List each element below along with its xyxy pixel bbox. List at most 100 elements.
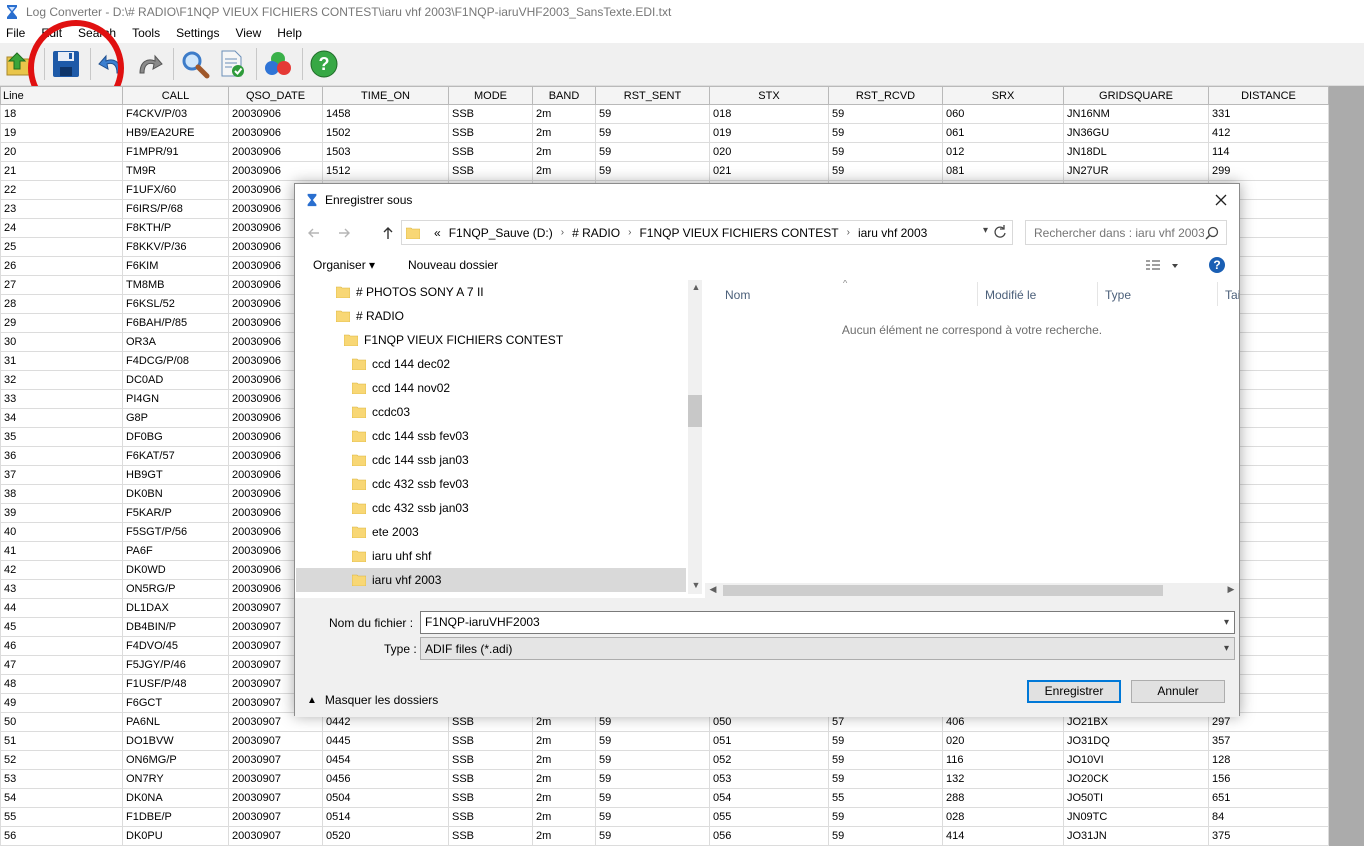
column-modified[interactable]: Modifié le [985, 288, 1036, 302]
table-cell[interactable]: 414 [942, 826, 1064, 846]
table-cell[interactable]: 061 [942, 123, 1064, 143]
table-cell[interactable]: 081 [942, 161, 1064, 181]
table-row[interactable]: 21 TM9R 20030906 1512 SSB 2m 59 021 59 081 JN27UR 2… [0, 161, 1329, 181]
table-row[interactable]: 56 DK0PU 20030907 0520 SSB 2m 59 056 59 414 JO31JN… [0, 826, 1329, 846]
view-options-icon[interactable] [1145, 258, 1179, 274]
table-cell[interactable]: 53 [0, 769, 123, 789]
table-cell[interactable]: 0456 [322, 769, 449, 789]
table-cell[interactable]: 40 [0, 522, 123, 542]
table-cell[interactable]: F1UFX/60 [122, 180, 229, 200]
table-cell[interactable]: 42 [0, 560, 123, 580]
table-cell[interactable]: 21 [0, 161, 123, 181]
breadcrumb-item[interactable]: F1NQP VIEUX FICHIERS CONTEST [639, 226, 838, 240]
table-cell[interactable]: 019 [709, 123, 829, 143]
table-cell[interactable]: 43 [0, 579, 123, 599]
table-cell[interactable]: 18 [0, 104, 123, 124]
table-cell[interactable]: 41 [0, 541, 123, 561]
table-row[interactable]: 20 F1MPR/91 20030906 1503 SSB 2m 59 020 59 012 JN1… [0, 142, 1329, 162]
table-cell[interactable]: 52 [0, 750, 123, 770]
table-cell[interactable]: 028 [942, 807, 1064, 827]
column-header[interactable]: BAND [532, 86, 596, 105]
table-cell[interactable]: 2m [532, 807, 596, 827]
tree-item[interactable]: cdc 432 ssb fev03 [296, 472, 686, 496]
table-cell[interactable]: F4CKV/P/03 [122, 104, 229, 124]
table-cell[interactable]: 128 [1208, 750, 1329, 770]
organize-button[interactable]: Organiser ▾ [313, 258, 375, 272]
table-cell[interactable]: SSB [448, 826, 533, 846]
table-cell[interactable]: F4DVO/45 [122, 636, 229, 656]
table-cell[interactable]: 29 [0, 313, 123, 333]
table-cell[interactable]: G8P [122, 408, 229, 428]
table-cell[interactable]: 44 [0, 598, 123, 618]
table-cell[interactable]: 2m [532, 142, 596, 162]
table-cell[interactable]: 55 [828, 788, 943, 808]
search-box[interactable] [1025, 220, 1227, 245]
table-cell[interactable]: JN36GU [1063, 123, 1209, 143]
table-cell[interactable]: 1503 [322, 142, 449, 162]
table-cell[interactable]: F5JGY/P/46 [122, 655, 229, 675]
menu-search[interactable]: Search [78, 26, 116, 40]
tree-item[interactable]: # PHOTOS SONY A 7 II [296, 280, 686, 304]
table-cell[interactable]: 299 [1208, 161, 1329, 181]
table-cell[interactable]: HB9/EA2URE [122, 123, 229, 143]
table-row[interactable]: 52 ON6MG/P 20030907 0454 SSB 2m 59 052 59 116 JO10… [0, 750, 1329, 770]
table-cell[interactable]: DK0WD [122, 560, 229, 580]
tree-item[interactable]: ete 2003 [296, 520, 686, 544]
table-cell[interactable]: 2m [532, 788, 596, 808]
table-cell[interactable]: 20 [0, 142, 123, 162]
table-cell[interactable]: JN27UR [1063, 161, 1209, 181]
table-cell[interactable]: 59 [595, 161, 710, 181]
table-cell[interactable]: 357 [1208, 731, 1329, 751]
table-cell[interactable]: 20030907 [228, 750, 323, 770]
tree-item[interactable]: ccd 144 dec02 [296, 352, 686, 376]
save-dialog-button[interactable]: Enregistrer [1027, 680, 1121, 703]
table-cell[interactable]: 59 [595, 826, 710, 846]
table-cell[interactable]: 0520 [322, 826, 449, 846]
table-cell[interactable]: 49 [0, 693, 123, 713]
table-cell[interactable]: 0514 [322, 807, 449, 827]
hide-folders-toggle[interactable]: ▲ Masquer les dossiers [307, 693, 438, 707]
table-cell[interactable]: 19 [0, 123, 123, 143]
table-cell[interactable]: 46 [0, 636, 123, 656]
table-cell[interactable]: 59 [828, 123, 943, 143]
tree-item[interactable]: iaru uhf shf [296, 544, 686, 568]
table-cell[interactable]: DK0PU [122, 826, 229, 846]
table-cell[interactable]: F6IRS/P/68 [122, 199, 229, 219]
breadcrumb-item[interactable]: iaru vhf 2003 [858, 226, 927, 240]
table-cell[interactable]: 84 [1208, 807, 1329, 827]
chevron-down-icon[interactable]: ▾ [983, 225, 988, 236]
table-cell[interactable]: 59 [595, 769, 710, 789]
table-cell[interactable]: PA6F [122, 541, 229, 561]
table-cell[interactable]: 59 [828, 104, 943, 124]
menu-help[interactable]: Help [277, 26, 302, 40]
table-cell[interactable]: 056 [709, 826, 829, 846]
table-cell[interactable]: F5KAR/P [122, 503, 229, 523]
table-cell[interactable]: 020 [709, 142, 829, 162]
table-cell[interactable]: 2m [532, 769, 596, 789]
table-row[interactable]: 18 F4CKV/P/03 20030906 1458 SSB 2m 59 018 59 060 J… [0, 104, 1329, 124]
table-cell[interactable]: 59 [595, 788, 710, 808]
column-header[interactable]: DISTANCE [1208, 86, 1329, 105]
table-cell[interactable]: SSB [448, 769, 533, 789]
table-cell[interactable]: 59 [828, 750, 943, 770]
menu-tools[interactable]: Tools [132, 26, 160, 40]
table-cell[interactable]: 48 [0, 674, 123, 694]
breadcrumb-item[interactable]: # RADIO [572, 226, 620, 240]
table-cell[interactable]: SSB [448, 142, 533, 162]
table-cell[interactable]: F1MPR/91 [122, 142, 229, 162]
scroll-down-icon[interactable]: ▼ [688, 580, 702, 590]
table-cell[interactable]: 38 [0, 484, 123, 504]
table-cell[interactable]: JO31DQ [1063, 731, 1209, 751]
validate-button[interactable] [215, 46, 249, 82]
new-folder-button[interactable]: Nouveau dossier [408, 258, 498, 272]
table-cell[interactable]: JO31JN [1063, 826, 1209, 846]
column-header[interactable]: RST_RCVD [828, 86, 943, 105]
table-cell[interactable]: F6KSL/52 [122, 294, 229, 314]
table-cell[interactable]: 45 [0, 617, 123, 637]
table-cell[interactable]: 56 [0, 826, 123, 846]
tree-scroll-thumb[interactable] [688, 395, 702, 427]
search-input[interactable] [1034, 225, 1204, 240]
table-cell[interactable]: DC0AD [122, 370, 229, 390]
table-cell[interactable]: SSB [448, 104, 533, 124]
table-cell[interactable]: SSB [448, 788, 533, 808]
